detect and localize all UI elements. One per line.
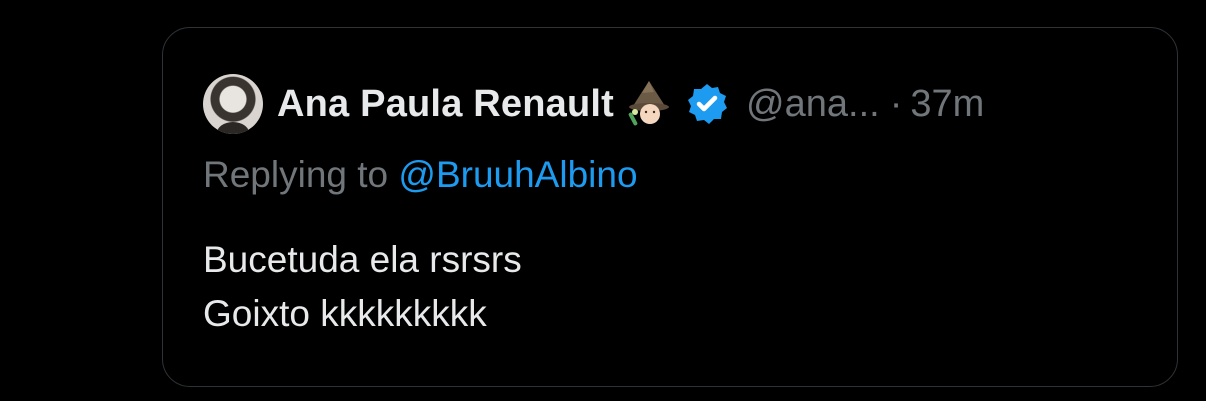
quoted-tweet-card[interactable]: Ana Paula Renault @ana... · 37m Replying… xyxy=(162,27,1178,387)
verified-badge-icon[interactable] xyxy=(684,81,730,127)
wizard-emoji-icon xyxy=(626,79,672,129)
display-name[interactable]: Ana Paula Renault xyxy=(277,83,614,126)
separator-dot: · xyxy=(889,82,903,125)
tweet-text-line-1: Bucetuda ela rsrsrs xyxy=(203,239,522,280)
replying-to-line: Replying to @BruuhAlbino xyxy=(203,154,638,196)
replying-to-label: Replying to xyxy=(203,154,389,195)
tweet-header: Ana Paula Renault @ana... · 37m xyxy=(203,74,984,134)
avatar[interactable] xyxy=(203,74,263,134)
tweet-text: Bucetuda ela rsrsrs Goixto kkkkkkkkk xyxy=(203,233,522,341)
user-handle[interactable]: @ana... xyxy=(746,83,880,126)
timestamp[interactable]: 37m xyxy=(910,83,984,126)
replying-to-handle[interactable]: @BruuhAlbino xyxy=(398,154,637,195)
tweet-text-line-2: Goixto kkkkkkkkk xyxy=(203,293,487,334)
